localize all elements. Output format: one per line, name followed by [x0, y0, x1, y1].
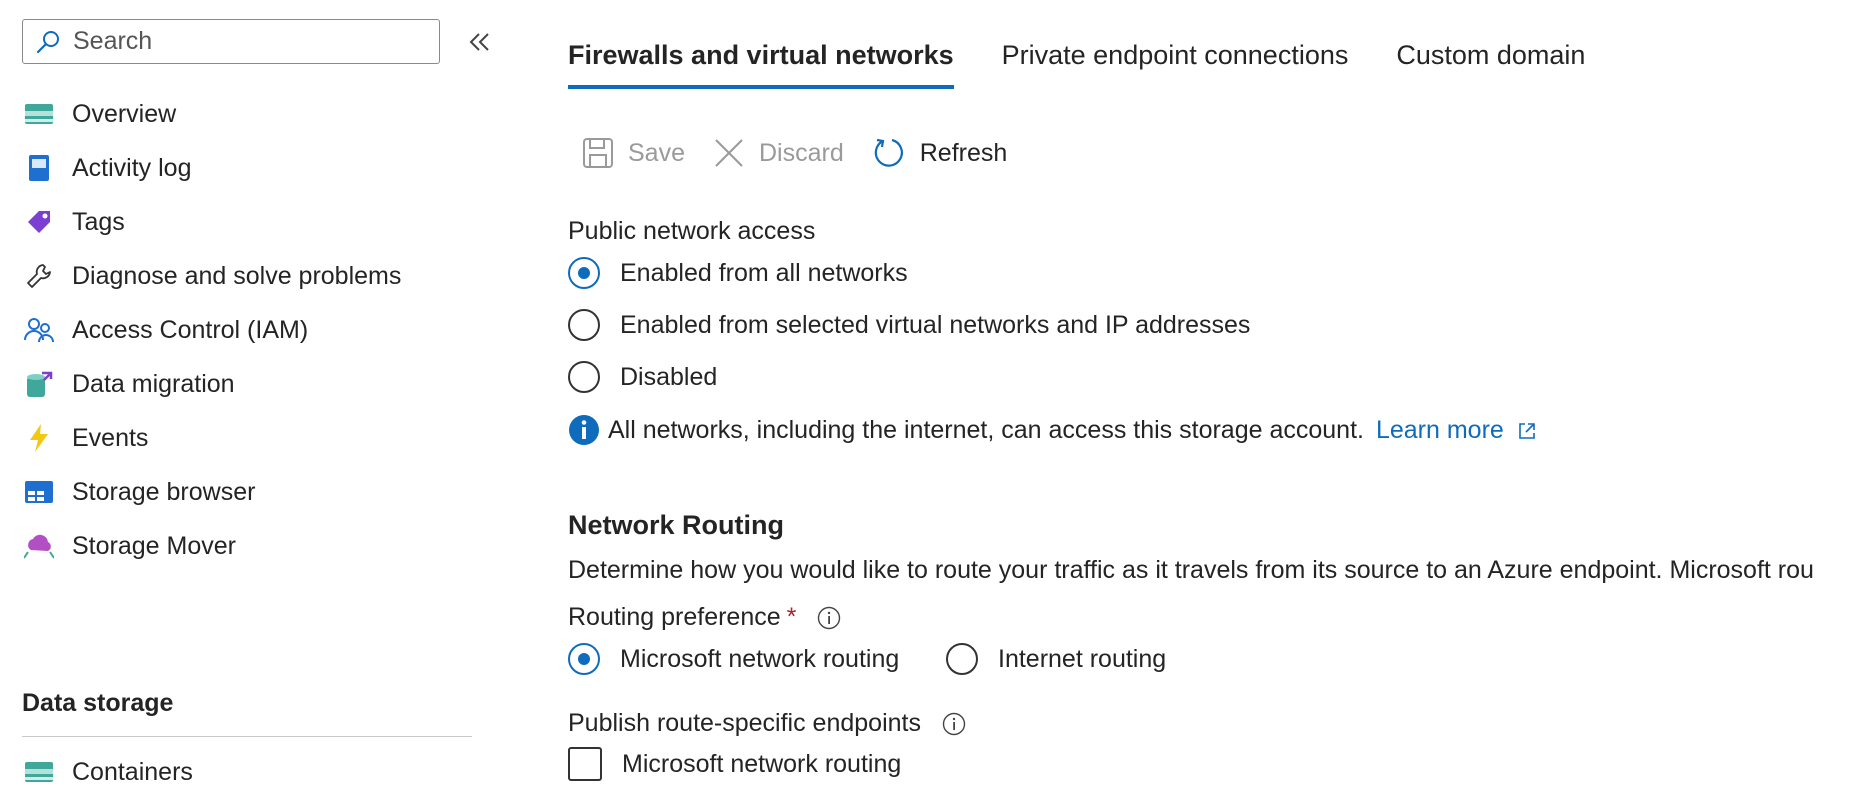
tab-custom-domain[interactable]: Custom domain: [1396, 40, 1585, 89]
routing-preference-label: Routing preference *: [568, 603, 841, 632]
refresh-icon: [874, 138, 903, 167]
radio-internet-routing[interactable]: Internet routing: [946, 643, 1166, 675]
sidebar: Overview Activity log Tags Diagnose and …: [0, 0, 500, 786]
learn-more-link[interactable]: Learn more: [1376, 416, 1537, 445]
info-icon[interactable]: [942, 712, 966, 736]
external-link-icon: [1518, 423, 1535, 439]
info-message: All networks, including the internet, ca…: [568, 414, 1537, 446]
sidebar-item-storage-browser[interactable]: Storage browser: [22, 472, 255, 512]
info-icon: [569, 415, 599, 445]
public-access-label: Public network access: [568, 217, 816, 245]
sidebar-item-activity-log[interactable]: Activity log: [22, 148, 191, 188]
publish-endpoints-label: Publish route-specific endpoints: [568, 709, 966, 738]
sidebar-item-events[interactable]: Events: [22, 418, 148, 458]
tab-private-endpoints[interactable]: Private endpoint connections: [1002, 40, 1349, 89]
radio-enabled-selected[interactable]: Enabled from selected virtual networks a…: [568, 309, 1250, 341]
cloud-icon: [22, 529, 56, 563]
toolbar: Save Discard Refresh: [582, 136, 1035, 170]
checkbox-microsoft-routing[interactable]: Microsoft network routing: [568, 747, 901, 781]
activity-log-icon: [22, 151, 56, 185]
refresh-button[interactable]: Refresh: [872, 136, 1007, 170]
tab-firewalls[interactable]: Firewalls and virtual networks: [568, 40, 954, 89]
radio-button[interactable]: [946, 643, 978, 675]
save-button[interactable]: Save: [582, 137, 685, 169]
radio-enabled-all[interactable]: Enabled from all networks: [568, 257, 908, 289]
radio-button[interactable]: [568, 257, 600, 289]
search-box[interactable]: [22, 19, 440, 64]
main-content: Firewalls and virtual networks Private e…: [568, 0, 1868, 784]
overview-icon: [22, 97, 56, 131]
checkbox[interactable]: [568, 747, 602, 781]
radio-microsoft-routing[interactable]: Microsoft network routing: [568, 643, 899, 675]
lightning-icon: [22, 421, 56, 455]
tag-icon: [22, 205, 56, 239]
info-icon[interactable]: [817, 606, 841, 630]
storage-browser-icon: [22, 475, 56, 509]
sidebar-item-overview[interactable]: Overview: [22, 94, 176, 134]
radio-button[interactable]: [568, 309, 600, 341]
sidebar-item-data-migration[interactable]: Data migration: [22, 364, 235, 404]
discard-button[interactable]: Discard: [713, 137, 844, 169]
sidebar-item-diagnose[interactable]: Diagnose and solve problems: [22, 256, 401, 296]
search-icon: [36, 30, 59, 53]
save-icon: [583, 138, 613, 168]
radio-button[interactable]: [568, 643, 600, 675]
network-routing-heading: Network Routing: [568, 510, 784, 540]
radio-button[interactable]: [568, 361, 600, 393]
collapse-sidebar-icon[interactable]: [466, 28, 494, 56]
sidebar-item-iam[interactable]: Access Control (IAM): [22, 310, 308, 350]
people-icon: [22, 313, 56, 347]
wrench-icon: [22, 259, 56, 293]
sidebar-item-storage-mover[interactable]: Storage Mover: [22, 526, 236, 566]
section-divider: [22, 736, 472, 737]
radio-disabled[interactable]: Disabled: [568, 361, 717, 393]
tab-bar: Firewalls and virtual networks Private e…: [568, 40, 1633, 89]
close-icon: [715, 139, 743, 167]
data-migration-icon: [22, 367, 56, 401]
sidebar-item-tags[interactable]: Tags: [22, 202, 125, 242]
network-routing-description: Determine how you would like to route yo…: [568, 556, 1814, 584]
search-input[interactable]: [71, 26, 415, 57]
required-mark: *: [786, 603, 797, 631]
section-title-data-storage: Data storage: [22, 689, 174, 717]
sidebar-item-containers[interactable]: Containers: [22, 752, 193, 792]
